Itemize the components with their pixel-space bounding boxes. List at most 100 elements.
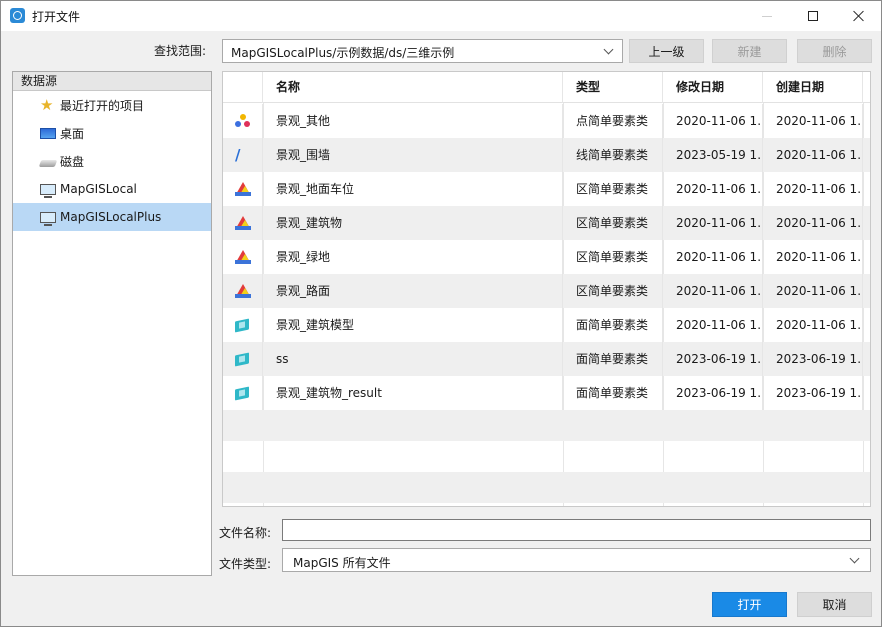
table-row[interactable]: 景观_建筑物_result 面简单要素类 2023-06-19 1... 202…: [223, 376, 870, 410]
filetype-dropdown[interactable]: MapGIS 所有文件: [282, 548, 871, 572]
file-modified: 2020-11-06 1...: [663, 206, 763, 240]
sidebar-item-label: 最近打开的项目: [60, 98, 145, 113]
computer-icon: [40, 183, 56, 198]
file-name: 景观_建筑物_result: [263, 376, 563, 410]
sidebar-item-label: MapGISLocal: [60, 182, 137, 196]
row-icon-cell: [223, 172, 263, 206]
file-type: 面简单要素类: [563, 342, 663, 376]
close-icon: [853, 10, 865, 22]
file-name: 景观_建筑物: [263, 206, 563, 240]
sidebar-item-recent[interactable]: ★ 最近打开的项目: [13, 91, 211, 119]
header-created[interactable]: 创建日期: [763, 72, 863, 103]
file-modified: 2023-06-19 1...: [663, 376, 763, 410]
point-dot: [235, 121, 241, 127]
mapgis-app-icon: [10, 8, 25, 23]
chevron-down-icon: [849, 553, 860, 564]
grid-header: 名称 类型 修改日期 创建日期: [223, 72, 870, 103]
open-button[interactable]: 打开: [712, 592, 787, 617]
sidebar-item-mapgislocal[interactable]: MapGISLocal: [13, 175, 211, 203]
region-layer-icon: [235, 250, 251, 264]
file-created: 2023-06-19 1...: [763, 376, 863, 410]
line-layer-icon: /: [235, 146, 241, 164]
title-bar: 打开文件: [1, 1, 881, 31]
lookin-value: MapGISLocalPlus/示例数据/ds/三维示例: [231, 46, 455, 60]
maximize-button[interactable]: [790, 1, 836, 31]
star-icon: ★: [40, 96, 54, 114]
table-row[interactable]: 景观_路面 区简单要素类 2020-11-06 1... 2020-11-06 …: [223, 274, 870, 308]
header-icon-column: [223, 72, 263, 103]
table-row[interactable]: 景观_地面车位 区简单要素类 2020-11-06 1... 2020-11-0…: [223, 172, 870, 206]
desktop-icon: [40, 127, 56, 139]
filename-label: 文件名称:: [219, 526, 272, 540]
region-layer-icon: [235, 216, 251, 230]
empty-row: [223, 410, 870, 441]
file-type: 区简单要素类: [563, 206, 663, 240]
lookin-dropdown[interactable]: MapGISLocalPlus/示例数据/ds/三维示例: [222, 39, 623, 63]
close-button[interactable]: [836, 1, 882, 31]
filetype-value: MapGIS 所有文件: [293, 556, 391, 570]
row-icon-cell: [223, 308, 263, 342]
file-modified: 2020-11-06 1...: [663, 308, 763, 342]
sidebar-item-mapgislocalplus[interactable]: MapGISLocalPlus: [13, 203, 211, 231]
filetype-label: 文件类型:: [219, 557, 272, 571]
new-button[interactable]: 新建: [712, 39, 787, 63]
file-type: 点简单要素类: [563, 104, 663, 138]
file-name: 景观_路面: [263, 274, 563, 308]
point-dot: [240, 114, 246, 120]
table-row[interactable]: 景观_建筑模型 面简单要素类 2020-11-06 1... 2020-11-0…: [223, 308, 870, 342]
empty-row: [223, 441, 870, 472]
sidebar-item-disk[interactable]: 磁盘: [13, 147, 211, 175]
minimize-button[interactable]: [744, 1, 790, 31]
table-row[interactable]: ss 面简单要素类 2023-06-19 1... 2023-06-19 1..…: [223, 342, 870, 376]
table-row[interactable]: 景观_其他 点简单要素类 2020-11-06 1... 2020-11-06 …: [223, 104, 870, 138]
data-source-header: 数据源: [13, 72, 211, 91]
row-icon-cell: [223, 206, 263, 240]
header-type[interactable]: 类型: [563, 72, 663, 103]
row-icon-cell: /: [223, 138, 263, 172]
delete-button[interactable]: 删除: [797, 39, 872, 63]
row-icon-cell: [223, 240, 263, 274]
file-name: 景观_建筑模型: [263, 308, 563, 342]
open-file-dialog: 打开文件 查找范围: MapGISLocalPlus/示例数据/ds/三维示例 …: [0, 0, 882, 627]
empty-row: [223, 472, 870, 503]
computer-icon: [40, 211, 56, 226]
maximize-icon: [808, 11, 818, 21]
file-list-grid[interactable]: 名称 类型 修改日期 创建日期 景观_其他 点简单要素类 2020-11-06 …: [222, 71, 871, 507]
sidebar-item-label: MapGISLocalPlus: [60, 210, 162, 224]
filename-input[interactable]: [282, 519, 871, 541]
file-modified: 2023-06-19 1...: [663, 342, 763, 376]
file-created: 2020-11-06 1...: [763, 240, 863, 274]
sidebar-item-label: 磁盘: [60, 154, 85, 169]
row-icon-cell: [223, 274, 263, 308]
region-layer-icon: [235, 284, 251, 298]
header-modified[interactable]: 修改日期: [663, 72, 763, 103]
point-layer-icon: [235, 114, 251, 128]
file-modified: 2020-11-06 1...: [663, 104, 763, 138]
file-name: 景观_地面车位: [263, 172, 563, 206]
file-name: 景观_其他: [263, 104, 563, 138]
file-name: ss: [263, 342, 563, 376]
header-name[interactable]: 名称: [263, 72, 563, 103]
surface-layer-icon: [235, 352, 249, 367]
disk-icon: [38, 159, 58, 167]
sidebar-item-desktop[interactable]: 桌面: [13, 119, 211, 147]
surface-layer-icon: [235, 386, 249, 401]
surface-layer-icon: [235, 318, 249, 333]
file-created: 2020-11-06 1...: [763, 308, 863, 342]
table-row[interactable]: 景观_建筑物 区简单要素类 2020-11-06 1... 2020-11-06…: [223, 206, 870, 240]
file-name: 景观_绿地: [263, 240, 563, 274]
file-name: 景观_围墙: [263, 138, 563, 172]
cancel-button[interactable]: 取消: [797, 592, 872, 617]
table-row[interactable]: 景观_绿地 区简单要素类 2020-11-06 1... 2020-11-06 …: [223, 240, 870, 274]
file-created: 2020-11-06 1...: [763, 274, 863, 308]
file-created: 2020-11-06 1...: [763, 138, 863, 172]
file-type: 区简单要素类: [563, 172, 663, 206]
file-modified: 2023-05-19 1...: [663, 138, 763, 172]
up-level-button[interactable]: 上一级: [629, 39, 704, 63]
row-icon-cell: [223, 342, 263, 376]
file-modified: 2020-11-06 1...: [663, 274, 763, 308]
table-row[interactable]: / 景观_围墙 线简单要素类 2023-05-19 1... 2020-11-0…: [223, 138, 870, 172]
point-dot: [244, 121, 250, 127]
row-icon-cell: [223, 376, 263, 410]
file-type: 面简单要素类: [563, 376, 663, 410]
